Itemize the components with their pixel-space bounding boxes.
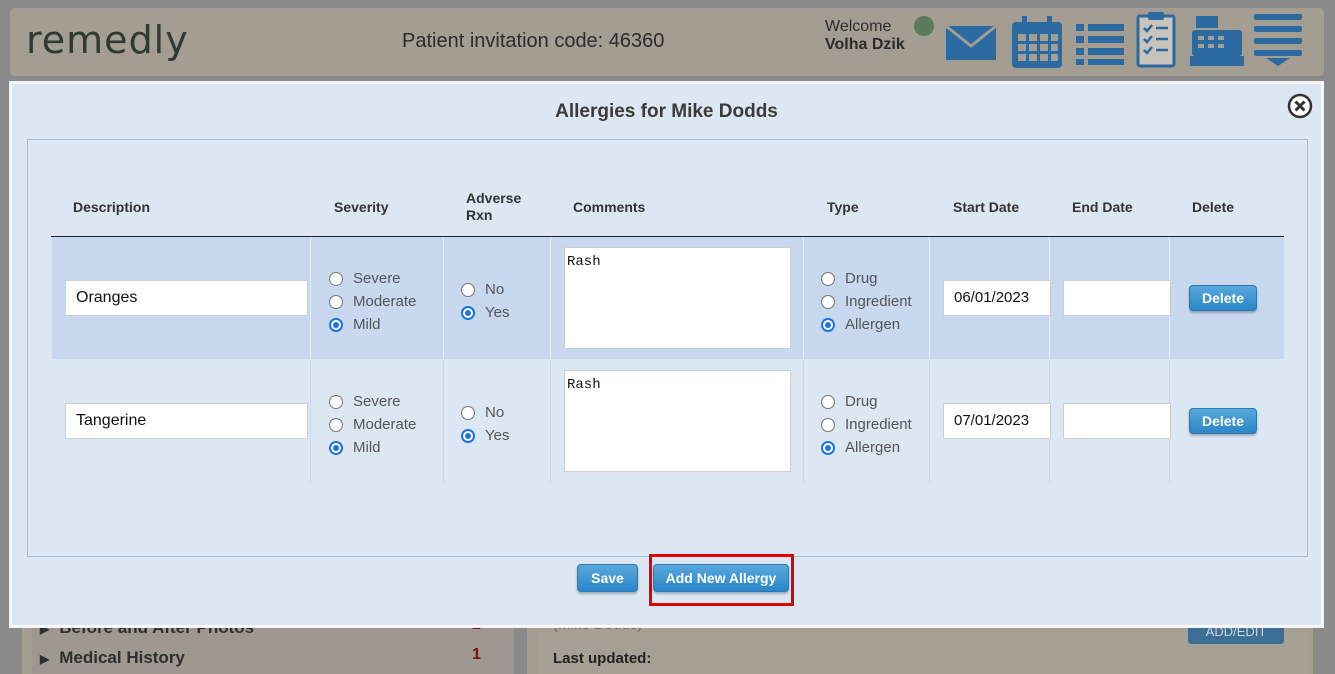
radio-button[interactable] — [461, 405, 475, 420]
mail-icon[interactable] — [944, 22, 998, 62]
description-input[interactable]: Tangerine — [65, 403, 308, 439]
add-new-allergy-button[interactable]: Add New Allergy — [653, 564, 789, 592]
severity-radio-group: Severe Moderate Mild — [329, 267, 416, 336]
adverse-option-yes[interactable]: Yes — [461, 424, 509, 447]
severity-option-mild[interactable]: Mild — [329, 436, 416, 459]
welcome-label: Welcome — [825, 18, 892, 35]
type-option-drug[interactable]: Drug — [821, 390, 912, 413]
radio-button-selected[interactable] — [821, 440, 835, 455]
radio-button[interactable] — [821, 294, 835, 309]
avatar[interactable] — [914, 16, 934, 36]
radio-button-selected[interactable] — [329, 317, 343, 332]
radio-button-selected[interactable] — [329, 440, 343, 455]
col-header-adverse-line1: Adverse — [466, 190, 522, 206]
adverse-option-no[interactable]: No — [461, 401, 509, 424]
item-count: 1 — [472, 646, 481, 663]
comments-textarea[interactable]: Rash — [564, 370, 791, 472]
type-option-allergen[interactable]: Allergen — [821, 436, 912, 459]
col-header-description: Description — [73, 199, 151, 215]
end-date-input[interactable] — [1063, 403, 1171, 439]
radio-button[interactable] — [821, 417, 835, 432]
type-option-drug[interactable]: Drug — [821, 267, 912, 290]
calendar-icon[interactable] — [1010, 14, 1064, 70]
radio-button[interactable] — [821, 394, 835, 409]
type-option-allergen[interactable]: Allergen — [821, 313, 912, 336]
radio-button-selected[interactable] — [461, 428, 475, 443]
delete-button[interactable]: Delete — [1189, 285, 1257, 311]
type-option-ingredient[interactable]: Ingredient — [821, 413, 912, 436]
list-icon[interactable] — [1074, 22, 1126, 66]
caret-right-icon: ▶ — [40, 652, 50, 666]
menu-icon[interactable] — [1252, 12, 1304, 68]
severity-radio-group: Severe Moderate Mild — [329, 390, 416, 459]
severity-option-severe[interactable]: Severe — [329, 267, 416, 290]
col-header-severity: Severity — [334, 199, 389, 215]
col-header-delete: Delete — [1192, 199, 1235, 215]
start-date-input[interactable]: 07/01/2023 — [943, 403, 1051, 439]
radio-button[interactable] — [329, 294, 343, 309]
severity-option-severe[interactable]: Severe — [329, 390, 416, 413]
radio-button[interactable] — [461, 282, 475, 297]
adverse-radio-group: No Yes — [461, 278, 509, 324]
allergies-panel: Description Severity Adverse Rxn Comment… — [27, 139, 1308, 606]
type-option-ingredient[interactable]: Ingredient — [821, 290, 912, 313]
cash-register-icon[interactable] — [1188, 12, 1246, 68]
allergies-modal: Allergies for Mike Dodds Description Sev… — [11, 83, 1322, 626]
type-radio-group: Drug Ingredient Allergen — [821, 267, 912, 336]
col-header-end-date: End Date — [1072, 199, 1133, 215]
last-updated-label: Last updated: — [553, 650, 652, 667]
col-header-comments: Comments — [573, 199, 646, 215]
type-radio-group: Drug Ingredient Allergen — [821, 390, 912, 459]
radio-button[interactable] — [329, 271, 343, 286]
app-logo[interactable]: remedly — [26, 18, 189, 62]
col-header-adverse-line2: Rxn — [466, 207, 493, 223]
table-row: Oranges Severe Moderate Mild No Yes Rash… — [52, 237, 1284, 359]
table-row: Tangerine Severe Moderate Mild No Yes Ra… — [52, 360, 1284, 482]
radio-button[interactable] — [329, 417, 343, 432]
checklist-icon[interactable] — [1134, 10, 1178, 68]
adverse-radio-group: No Yes — [461, 401, 509, 447]
sidebar-item-medical-history[interactable]: ▶ Medical History — [40, 648, 185, 668]
welcome-block: Welcome Volha Dzik — [825, 18, 905, 54]
app-header: remedly Patient invitation code: 46360 W… — [10, 8, 1324, 76]
col-header-start-date: Start Date — [953, 199, 1020, 215]
radio-button[interactable] — [821, 271, 835, 286]
user-name[interactable]: Volha Dzik — [825, 36, 905, 54]
adverse-option-no[interactable]: No — [461, 278, 509, 301]
invitation-code: Patient invitation code: 46360 — [402, 30, 665, 52]
description-input[interactable]: Oranges — [65, 280, 308, 316]
comments-textarea[interactable]: Rash — [564, 247, 791, 349]
severity-option-mild[interactable]: Mild — [329, 313, 416, 336]
radio-button[interactable] — [329, 394, 343, 409]
severity-option-moderate[interactable]: Moderate — [329, 290, 416, 313]
end-date-input[interactable] — [1063, 280, 1171, 316]
delete-button[interactable]: Delete — [1189, 408, 1257, 434]
col-header-type: Type — [827, 199, 859, 215]
radio-button-selected[interactable] — [461, 305, 475, 320]
modal-title: Allergies for Mike Dodds — [555, 101, 778, 122]
severity-option-moderate[interactable]: Moderate — [329, 413, 416, 436]
close-icon[interactable] — [1286, 92, 1314, 120]
start-date-input[interactable]: 06/01/2023 — [943, 280, 1051, 316]
radio-button-selected[interactable] — [821, 317, 835, 332]
adverse-option-yes[interactable]: Yes — [461, 301, 509, 324]
save-button[interactable]: Save — [577, 564, 638, 592]
col-header-adverse: Adverse Rxn — [466, 190, 521, 224]
